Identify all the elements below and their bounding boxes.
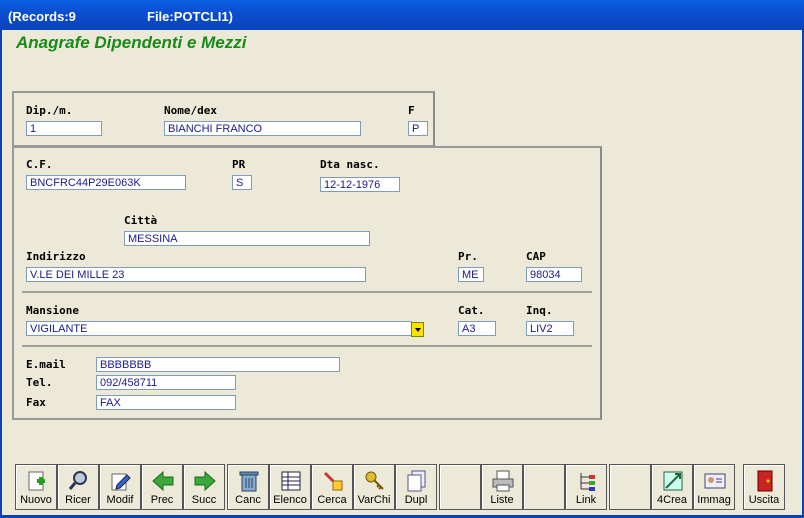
tree-link-icon bbox=[580, 473, 595, 491]
empty-button-3[interactable] bbox=[609, 464, 651, 510]
canc-button[interactable]: Canc bbox=[227, 464, 269, 510]
exit-door-icon bbox=[757, 470, 773, 492]
keys-icon bbox=[365, 471, 384, 490]
varchi-button[interactable]: VarChi bbox=[353, 464, 395, 510]
app-title: Anagrafe Dipendenti e Mezzi bbox=[16, 33, 247, 52]
elenco-button[interactable]: Elenco bbox=[269, 464, 311, 510]
toolbar: Nuovo Ricer Modif Prec Succ Canc Elenco … bbox=[9, 464, 793, 512]
cat-label: Cat. bbox=[458, 304, 485, 317]
edit-icon bbox=[111, 473, 131, 491]
prec-button[interactable]: Prec bbox=[141, 464, 183, 510]
mansione-select[interactable]: VIGILANTE bbox=[26, 321, 412, 336]
citta-label: Città bbox=[124, 214, 158, 227]
mansione-label: Mansione bbox=[26, 304, 79, 317]
citta-field[interactable]: MESSINA bbox=[124, 231, 370, 246]
inq-label: Inq. bbox=[526, 304, 553, 317]
inq-field[interactable]: LIV2 bbox=[526, 321, 574, 336]
dta-nasc-field[interactable]: 12-12-1976 bbox=[320, 177, 400, 192]
trash-icon bbox=[239, 471, 259, 492]
f-label: F bbox=[408, 104, 415, 117]
cap-label: CAP bbox=[526, 250, 546, 263]
indirizzo-field[interactable]: V.LE DEI MILLE 23 bbox=[26, 267, 366, 282]
divider-2 bbox=[22, 345, 592, 347]
empty-button-1[interactable] bbox=[439, 464, 481, 510]
uscita-button[interactable]: Uscita bbox=[743, 464, 785, 510]
list-icon bbox=[281, 471, 301, 491]
printer-icon bbox=[492, 470, 514, 492]
mansione-dropdown-button[interactable] bbox=[411, 322, 424, 337]
arrow-right-icon bbox=[194, 470, 216, 492]
tel-field[interactable]: 092/458711 bbox=[96, 375, 236, 390]
new-record-icon bbox=[28, 471, 45, 491]
find-icon bbox=[323, 471, 343, 491]
crea-button[interactable]: 4Crea bbox=[651, 464, 693, 510]
nuovo-button[interactable]: Nuovo bbox=[15, 464, 57, 510]
immag-button[interactable]: Immag bbox=[693, 464, 735, 510]
pr2-label: Pr. bbox=[458, 250, 478, 263]
header-panel bbox=[12, 91, 435, 147]
fax-label: Fax bbox=[26, 396, 46, 409]
cf-label: C.F. bbox=[26, 158, 53, 171]
image-card-icon bbox=[704, 473, 726, 489]
window-titlebar: (Records:9 File:POTCLI1) bbox=[0, 0, 804, 30]
arrow-left-icon bbox=[152, 470, 174, 492]
nome-field[interactable]: BIANCHI FRANCO bbox=[164, 121, 361, 136]
search-icon bbox=[68, 471, 87, 490]
liste-button[interactable]: Liste bbox=[481, 464, 523, 510]
fax-field[interactable]: FAX bbox=[96, 395, 236, 410]
pr-label: PR bbox=[232, 158, 246, 171]
cap-field[interactable]: 98034 bbox=[526, 267, 582, 282]
indirizzo-label: Indirizzo bbox=[26, 250, 86, 263]
succ-button[interactable]: Succ bbox=[183, 464, 225, 510]
nome-label: Nome/dex bbox=[164, 104, 217, 117]
f-field[interactable]: P bbox=[408, 121, 428, 136]
cat-field[interactable]: A3 bbox=[458, 321, 496, 336]
dip-label: Dip./m. bbox=[26, 104, 73, 117]
create-tool-icon bbox=[663, 471, 683, 491]
duplicate-icon bbox=[407, 470, 426, 492]
cf-field[interactable]: BNCFRC44P29E063K bbox=[26, 175, 186, 190]
tel-label: Tel. bbox=[26, 376, 53, 389]
ricer-button[interactable]: Ricer bbox=[57, 464, 99, 510]
email-field[interactable]: BBBBBBB bbox=[96, 357, 340, 372]
dip-field[interactable]: 1 bbox=[26, 121, 102, 136]
dta-nasc-label: Dta nasc. bbox=[320, 158, 380, 171]
pr2-field[interactable]: ME bbox=[458, 267, 484, 282]
dupl-button[interactable]: Dupl bbox=[395, 464, 437, 510]
pr-field[interactable]: S bbox=[232, 175, 252, 190]
divider-1 bbox=[22, 291, 592, 293]
records-count: (Records:9 bbox=[8, 9, 76, 24]
file-name: File:POTCLI1) bbox=[147, 9, 233, 24]
empty-button-2[interactable] bbox=[523, 464, 565, 510]
cerca-button[interactable]: Cerca bbox=[311, 464, 353, 510]
email-label: E.mail bbox=[26, 358, 66, 371]
link-button[interactable]: Link bbox=[565, 464, 607, 510]
modif-button[interactable]: Modif bbox=[99, 464, 141, 510]
